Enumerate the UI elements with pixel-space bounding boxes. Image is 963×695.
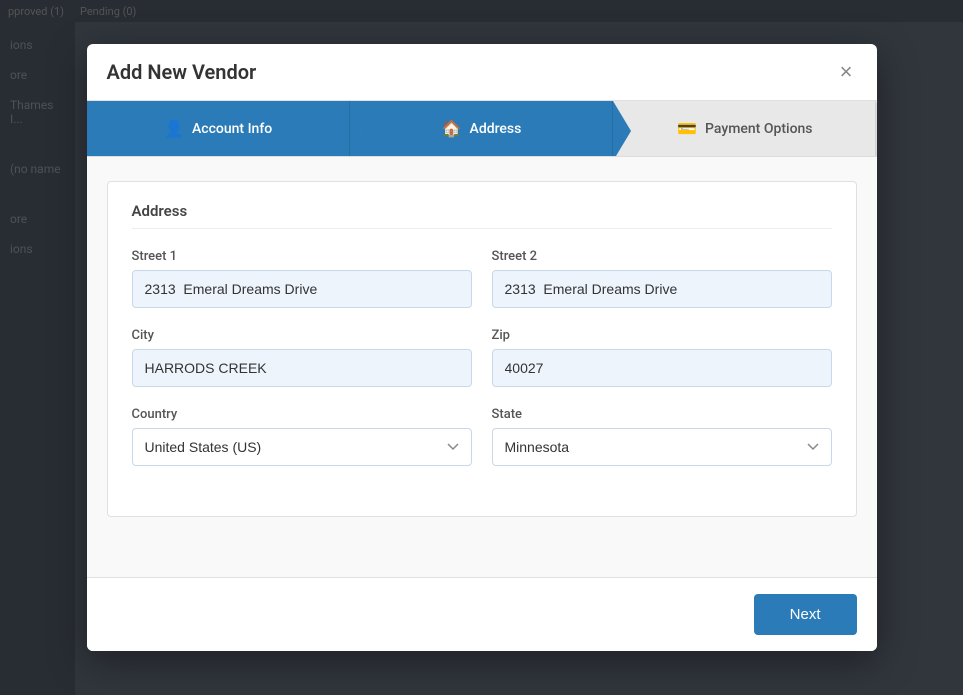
- zip-label: Zip: [492, 328, 832, 343]
- state-label: State: [492, 407, 832, 422]
- state-group: State Minnesota Alabama Alaska Arizona C…: [492, 407, 832, 466]
- city-label: City: [132, 328, 472, 343]
- next-button[interactable]: Next: [754, 594, 857, 635]
- country-group: Country United States (US) Canada United…: [132, 407, 472, 466]
- payment-icon: 💳: [677, 119, 697, 138]
- street1-input[interactable]: [132, 270, 472, 308]
- modal-title: Add New Vendor: [107, 60, 257, 84]
- wizard-step-address-label: Address: [470, 121, 522, 137]
- country-select[interactable]: United States (US) Canada United Kingdom: [132, 428, 472, 466]
- modal-header: Add New Vendor ×: [87, 44, 877, 101]
- country-label: Country: [132, 407, 472, 422]
- zip-input[interactable]: [492, 349, 832, 387]
- wizard-step-address[interactable]: 🏠 Address: [350, 101, 613, 156]
- modal-body: Address Street 1 Street 2 City: [87, 157, 877, 577]
- street-row: Street 1 Street 2: [132, 249, 832, 308]
- street1-label: Street 1: [132, 249, 472, 264]
- address-section-title: Address: [132, 202, 832, 229]
- state-select[interactable]: Minnesota Alabama Alaska Arizona Califor…: [492, 428, 832, 466]
- address-icon: 🏠: [442, 119, 462, 138]
- street2-input[interactable]: [492, 270, 832, 308]
- wizard-step-payment-label: Payment Options: [705, 121, 812, 137]
- city-input[interactable]: [132, 349, 472, 387]
- zip-group: Zip: [492, 328, 832, 387]
- wizard-step-account-info-label: Account Info: [192, 121, 272, 137]
- city-group: City: [132, 328, 472, 387]
- modal-footer: Next: [87, 577, 877, 651]
- street2-label: Street 2: [492, 249, 832, 264]
- account-info-icon: 👤: [164, 119, 184, 138]
- add-vendor-modal: Add New Vendor × 👤 Account Info 🏠 Addres…: [87, 44, 877, 651]
- street1-group: Street 1: [132, 249, 472, 308]
- country-state-row: Country United States (US) Canada United…: [132, 407, 832, 466]
- wizard-step-account-info[interactable]: 👤 Account Info: [87, 101, 350, 156]
- street2-group: Street 2: [492, 249, 832, 308]
- city-zip-row: City Zip: [132, 328, 832, 387]
- modal-overlay: Add New Vendor × 👤 Account Info 🏠 Addres…: [0, 0, 963, 695]
- address-card: Address Street 1 Street 2 City: [107, 181, 857, 517]
- close-button[interactable]: ×: [836, 61, 857, 83]
- wizard-steps: 👤 Account Info 🏠 Address 💳 Payment Optio…: [87, 101, 877, 157]
- wizard-step-payment[interactable]: 💳 Payment Options: [613, 101, 876, 156]
